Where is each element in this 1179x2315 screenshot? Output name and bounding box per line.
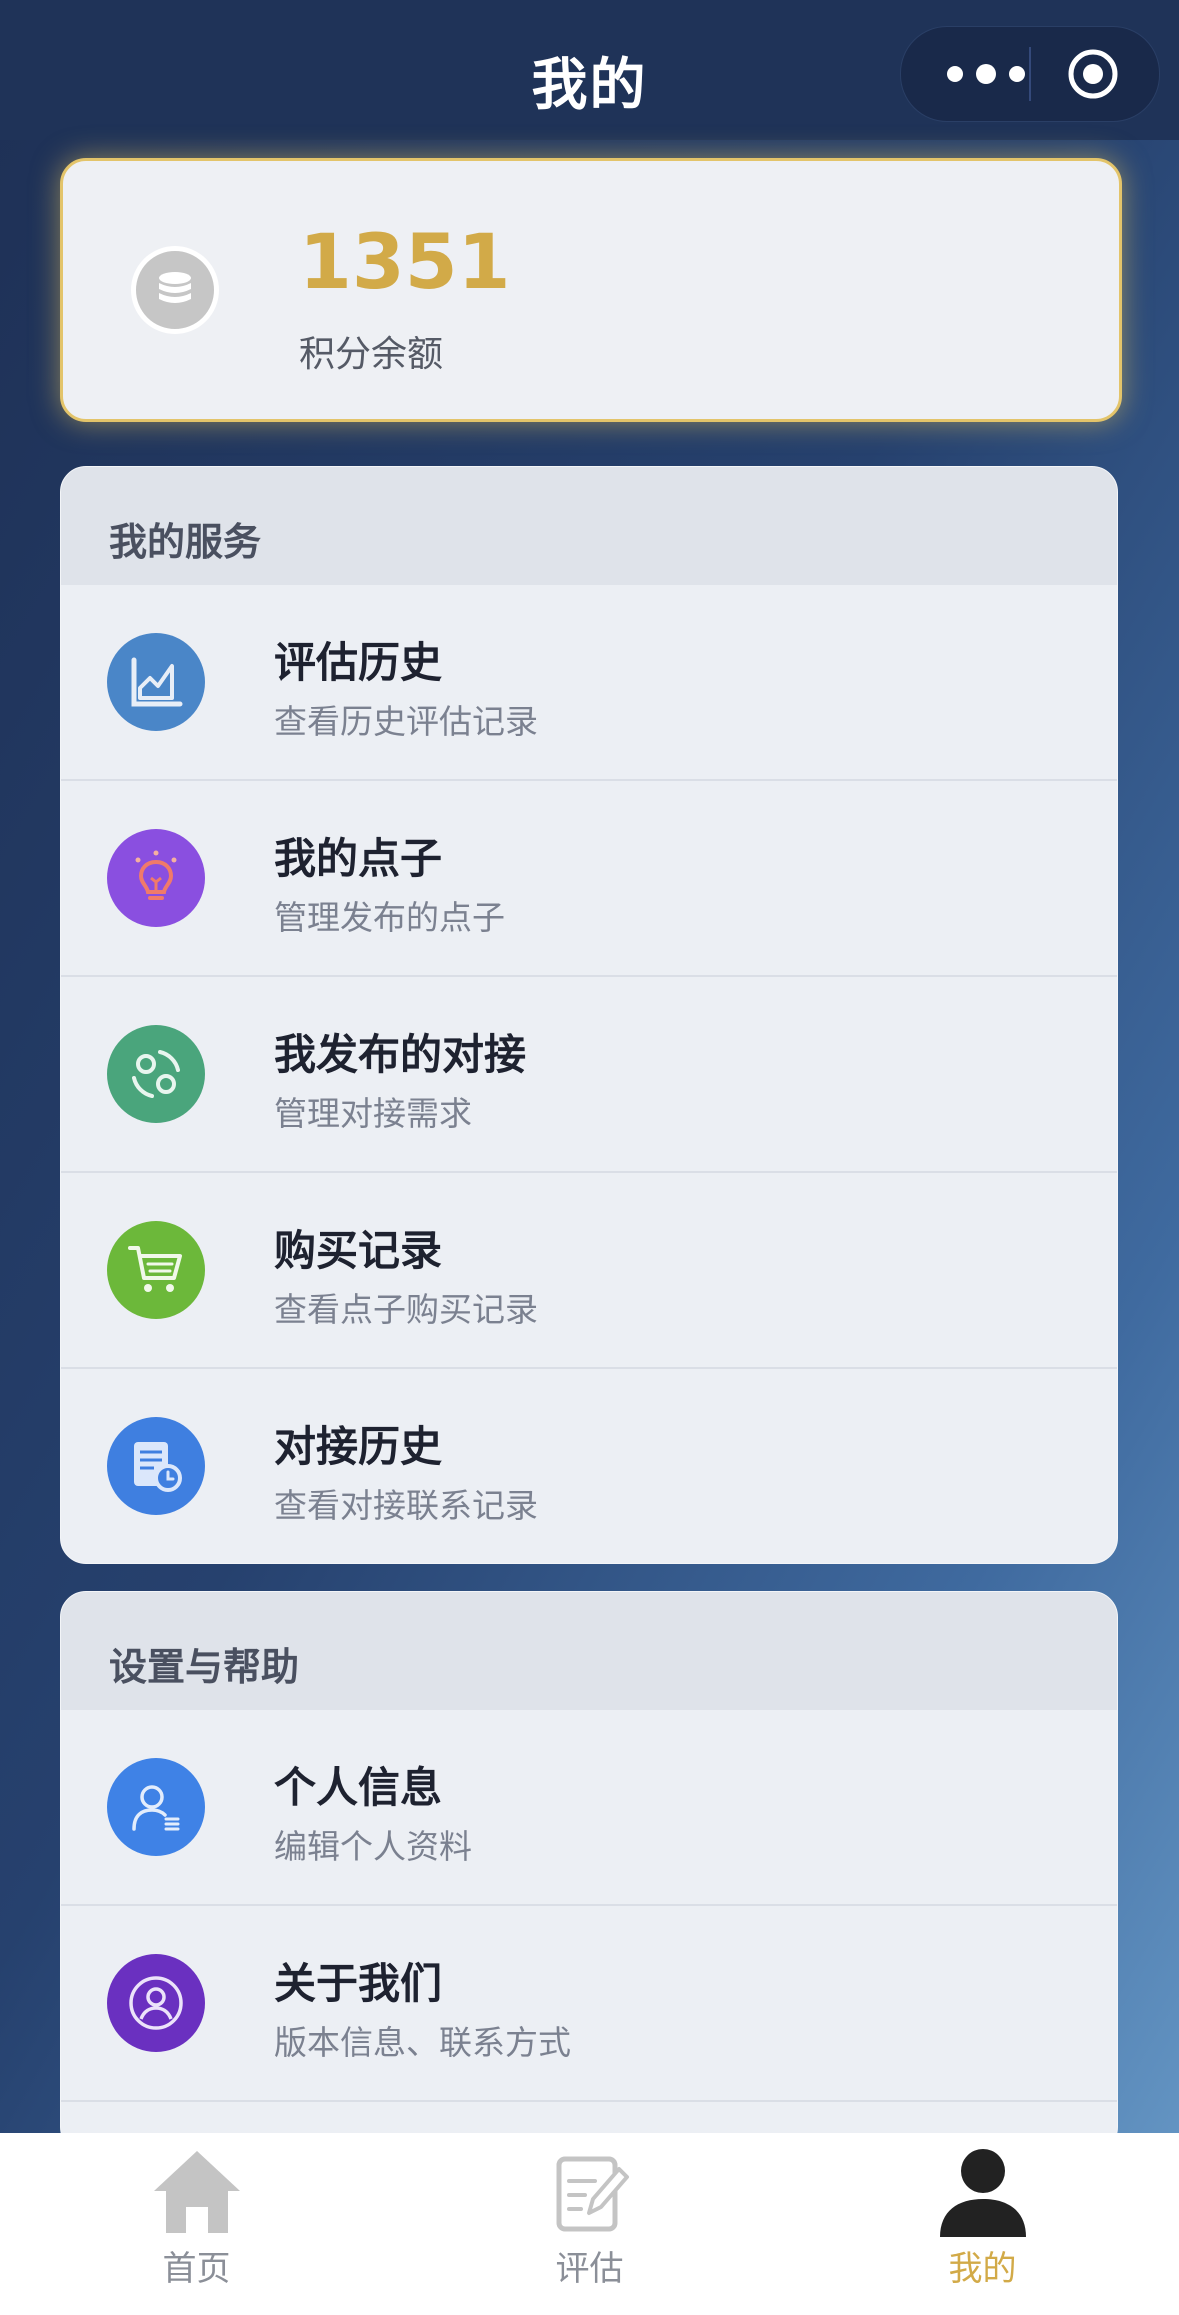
bottom-tab-bar: 首页 评估 我的: [0, 2133, 1179, 2315]
section-title: 我的服务: [109, 520, 262, 564]
points-value: 1351: [299, 217, 511, 306]
settings-section: 设置与帮助 个人信息 编辑个人资料 关于我们 版本信息、联系方式: [60, 1591, 1118, 2153]
tab-label: 评估: [555, 2249, 624, 2289]
close-miniprogram-icon[interactable]: [1066, 47, 1120, 101]
document-clock-icon: [107, 1417, 205, 1515]
user-circle-icon: [107, 1954, 205, 2052]
menu-item-evaluation-history[interactable]: 评估历史 查看历史评估记录: [61, 585, 1117, 779]
chart-icon: [107, 633, 205, 731]
menu-item-title: 购买记录: [274, 1226, 443, 1275]
cart-icon: [107, 1221, 205, 1319]
section-title: 设置与帮助: [109, 1645, 300, 1689]
home-icon: [154, 2151, 240, 2233]
user-profile-icon: [107, 1758, 205, 1856]
tab-evaluate[interactable]: 评估: [393, 2133, 786, 2315]
connect-icon: [107, 1025, 205, 1123]
menu-item-subtitle: 管理对接需求: [274, 1094, 472, 1133]
coin-stack-icon: [131, 246, 219, 334]
menu-item-subtitle: 版本信息、联系方式: [274, 2023, 571, 2062]
menu-item-title: 我的点子: [274, 834, 443, 883]
section-header: 设置与帮助: [61, 1592, 1117, 1710]
lightbulb-icon: [107, 829, 205, 927]
menu-item-my-connections[interactable]: 我发布的对接 管理对接需求: [61, 975, 1117, 1171]
menu-item-title: 评估历史: [274, 638, 443, 687]
section-header: 我的服务: [61, 467, 1117, 585]
navigation-bar: 我的: [0, 0, 1179, 140]
menu-item-subtitle: 编辑个人资料: [274, 1827, 472, 1866]
person-icon: [940, 2149, 1026, 2237]
menu-item-personal-info[interactable]: 个人信息 编辑个人资料: [61, 1710, 1117, 1904]
capsule-divider: [1029, 47, 1031, 101]
menu-item-title: 我发布的对接: [274, 1030, 527, 1079]
tab-label: 首页: [162, 2249, 231, 2289]
tab-home[interactable]: 首页: [0, 2133, 393, 2315]
services-section: 我的服务 评估历史 查看历史评估记录 我的点子 管理发布的点子 我发布的对接 管…: [60, 466, 1118, 1564]
menu-item-about-us[interactable]: 关于我们 版本信息、联系方式: [61, 1904, 1117, 2100]
menu-item-title: 个人信息: [274, 1763, 443, 1812]
menu-item-my-ideas[interactable]: 我的点子 管理发布的点子: [61, 779, 1117, 975]
menu-item-title: 关于我们: [274, 1959, 443, 2008]
menu-item-subtitle: 管理发布的点子: [274, 898, 505, 937]
tab-mine[interactable]: 我的: [786, 2133, 1179, 2315]
menu-item-purchase-records[interactable]: 购买记录 查看点子购买记录: [61, 1171, 1117, 1367]
edit-doc-icon: [556, 2156, 629, 2232]
menu-item-title: 对接历史: [274, 1422, 443, 1471]
menu-item-subtitle: 查看对接联系记录: [274, 1486, 538, 1525]
points-balance-card[interactable]: 1351 积分余额: [60, 158, 1122, 422]
points-label: 积分余额: [299, 334, 444, 375]
menu-item-subtitle: 查看点子购买记录: [274, 1290, 538, 1329]
tab-label: 我的: [948, 2249, 1017, 2289]
menu-item-connection-history[interactable]: 对接历史 查看对接联系记录: [61, 1367, 1117, 1563]
mini-program-capsule: [900, 26, 1160, 122]
menu-item-subtitle: 查看历史评估记录: [274, 702, 538, 741]
more-options-icon[interactable]: [941, 57, 1031, 91]
